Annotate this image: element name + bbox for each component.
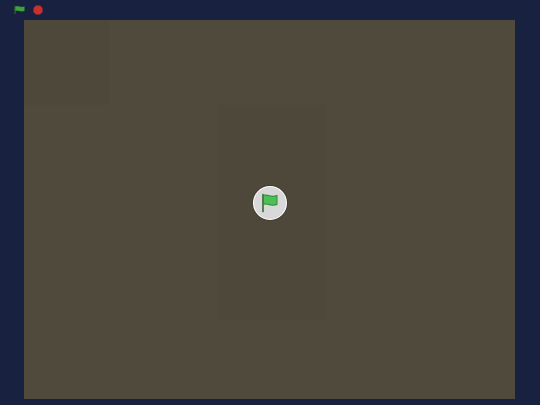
stop-sign-icon (33, 5, 43, 15)
green-flag-button[interactable] (14, 4, 26, 16)
player-window (0, 0, 540, 405)
green-flag-start-button[interactable] (253, 186, 287, 220)
stage[interactable] (24, 20, 515, 399)
green-flag-icon (262, 193, 278, 213)
stage-shade-region (24, 20, 109, 105)
stop-button[interactable] (32, 4, 44, 16)
green-flag-icon (14, 6, 25, 14)
player-controls (14, 4, 44, 16)
